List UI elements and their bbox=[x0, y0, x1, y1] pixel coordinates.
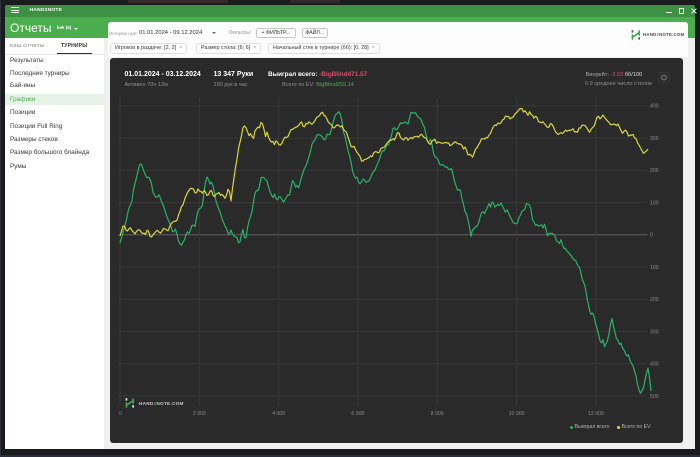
svg-text:0: 0 bbox=[119, 411, 122, 417]
svg-text:8 000: 8 000 bbox=[431, 411, 444, 417]
svg-text:300: 300 bbox=[650, 329, 659, 335]
svg-text:2 000: 2 000 bbox=[193, 411, 206, 417]
svg-text:200: 200 bbox=[650, 168, 659, 174]
svg-text:500: 500 bbox=[650, 394, 659, 400]
svg-text:400: 400 bbox=[650, 104, 659, 110]
svg-text:300: 300 bbox=[650, 136, 659, 142]
svg-text:0: 0 bbox=[650, 233, 653, 239]
svg-text:4 000: 4 000 bbox=[272, 411, 285, 417]
svg-text:100: 100 bbox=[650, 200, 659, 206]
svg-text:12 000: 12 000 bbox=[588, 411, 604, 417]
svg-text:200: 200 bbox=[650, 297, 659, 303]
svg-text:10 000: 10 000 bbox=[509, 411, 525, 417]
svg-text:6 000: 6 000 bbox=[351, 411, 364, 417]
svg-text:100: 100 bbox=[650, 265, 659, 271]
svg-text:400: 400 bbox=[650, 362, 659, 368]
